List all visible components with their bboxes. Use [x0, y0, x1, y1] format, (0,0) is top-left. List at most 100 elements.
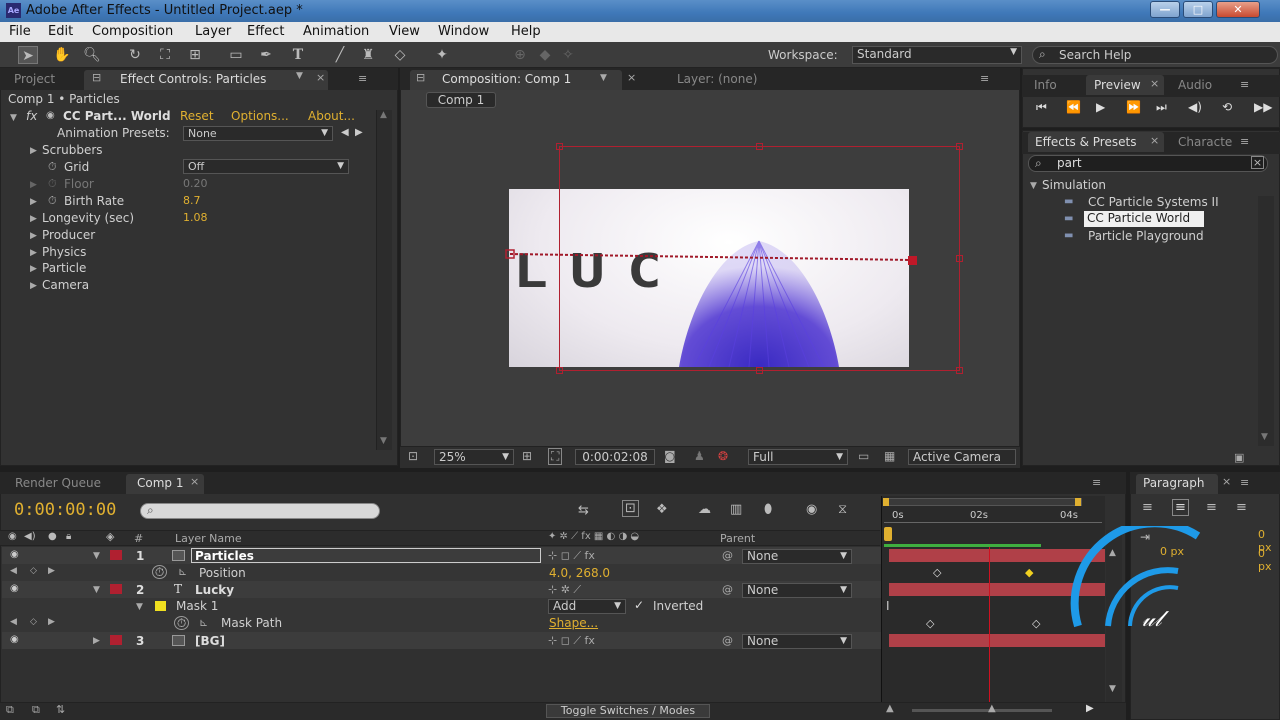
next-keyframe-icon[interactable]: ▶ [48, 617, 55, 627]
mask-visibility-icon[interactable]: ⛶ [548, 448, 563, 465]
menu-animation[interactable]: Animation [303, 24, 369, 39]
expand-arrow-icon[interactable]: ▶ [30, 180, 37, 190]
new-folder-icon[interactable]: ▣ [1234, 451, 1244, 464]
close-icon[interactable]: × [627, 71, 636, 84]
effect-item[interactable]: Particle Playground [1088, 229, 1204, 243]
tab-composition[interactable]: ⊟ Composition: Comp 1 ▼ [410, 70, 622, 90]
loop-icon[interactable]: ⟲ [1222, 100, 1232, 114]
label-color-swatch[interactable] [110, 550, 122, 560]
work-area-start-handle[interactable] [883, 498, 889, 506]
layer-switches-icons[interactable]: ⊹ ✲ ⟋ [548, 583, 581, 597]
layer-name-column-header[interactable]: Layer Name [175, 532, 242, 545]
transform-handle[interactable] [956, 255, 963, 262]
layer-name[interactable]: [BG] [195, 634, 225, 648]
pan-behind-tool-icon[interactable]: ⊞ [185, 46, 205, 64]
stopwatch-icon[interactable]: ⏱ [174, 616, 189, 630]
current-time-field[interactable]: 0:00:02:08 [575, 449, 655, 465]
add-keyframe-icon[interactable]: ◇ [30, 566, 37, 576]
expand-arrow-icon[interactable]: ▶ [30, 231, 37, 241]
axis-mode-3-icon[interactable]: ✧ [558, 46, 578, 64]
camera-view-dropdown[interactable]: Active Camera [908, 449, 1016, 465]
zoom-in-icon[interactable]: ▲ [988, 703, 996, 714]
menu-composition[interactable]: Composition [92, 24, 173, 39]
maximize-button[interactable]: □ [1183, 1, 1213, 18]
preset-next-icon[interactable]: ▶ [355, 127, 363, 138]
floor-value[interactable]: 0.20 [183, 177, 208, 190]
audio-icon[interactable]: ◀) [1188, 100, 1202, 114]
tab-comp1[interactable]: Comp 1 × [126, 474, 204, 494]
effects-scrollbar[interactable]: ▼ [1258, 196, 1274, 446]
mask-color-swatch[interactable] [155, 601, 166, 611]
expand-arrow-icon[interactable]: ▶ [30, 264, 37, 274]
menu-file[interactable]: File [9, 24, 31, 39]
tab-info[interactable]: Info [1034, 78, 1057, 92]
pickwhip-icon[interactable]: @ [722, 583, 733, 596]
layer-name[interactable]: Lucky [195, 583, 234, 597]
toggle-switches-modes-button[interactable]: Toggle Switches / Modes [546, 704, 710, 718]
transparency-grid-icon[interactable]: ▦ [884, 449, 895, 463]
keyframe-icon[interactable]: ◇ [933, 566, 941, 579]
pickwhip-icon[interactable]: @ [722, 549, 733, 562]
zoom-tool-icon[interactable]: 🔍︎ [82, 46, 102, 64]
mask-name[interactable]: Mask 1 [176, 599, 218, 613]
label-color-swatch[interactable] [110, 635, 122, 645]
parent-dropdown[interactable]: None ▼ [742, 634, 852, 649]
zoom-out-icon[interactable]: ▲ [886, 703, 894, 714]
panel-menu-icon[interactable]: ≡ [1092, 476, 1101, 489]
menu-help[interactable]: Help [511, 24, 541, 39]
transform-handle[interactable] [756, 143, 763, 150]
scroll-right-icon[interactable]: ▶ [1086, 703, 1094, 714]
comp-mini-flowchart-icon[interactable]: ⇆ [578, 503, 589, 518]
workspace-dropdown[interactable]: Standard ▼ [852, 46, 1022, 64]
next-keyframe-icon[interactable]: ▶ [48, 566, 55, 576]
tab-character[interactable]: Characte [1178, 135, 1232, 149]
transform-handle[interactable] [756, 367, 763, 374]
transform-handle[interactable] [556, 367, 563, 374]
property-row[interactable] [2, 615, 882, 632]
longevity-value[interactable]: 1.08 [183, 211, 208, 224]
brainstorm-icon[interactable]: ◉ [806, 502, 817, 517]
panel-menu-icon[interactable]: ≡ [1240, 78, 1249, 91]
search-help-field[interactable]: ⌕ Search Help [1032, 46, 1278, 64]
prev-frame-icon[interactable]: ⏪ [1066, 100, 1081, 114]
region-of-interest-icon[interactable]: ▭ [858, 449, 869, 463]
scroll-down-icon[interactable]: ▼ [1109, 684, 1116, 694]
pickwhip-icon[interactable]: @ [722, 634, 733, 647]
stopwatch-icon[interactable]: ⏱ [48, 160, 57, 174]
draft-3d-icon[interactable]: ❖ [656, 502, 668, 517]
brush-tool-icon[interactable]: ╱ [330, 46, 350, 64]
close-button[interactable]: ✕ [1216, 1, 1260, 18]
transform-handle[interactable] [556, 143, 563, 150]
options-link[interactable]: Options... [231, 109, 289, 123]
panel-menu-icon[interactable]: ≡ [358, 72, 367, 85]
eraser-tool-icon[interactable]: ◇ [390, 46, 410, 64]
eye-icon[interactable]: ◉ [10, 549, 19, 560]
reset-link[interactable]: Reset [180, 109, 214, 123]
close-icon[interactable]: × [1150, 134, 1159, 147]
close-icon[interactable]: × [316, 71, 325, 84]
effect-item-selected[interactable]: CC Particle World [1084, 211, 1204, 227]
label-color-swatch[interactable] [110, 584, 122, 594]
panel-menu-icon[interactable]: ≡ [980, 72, 989, 85]
keyframe-icon[interactable]: ◇ [926, 617, 934, 630]
channel-icon[interactable]: ❂ [718, 449, 728, 463]
modes-pane-icon[interactable]: ⧉ [32, 703, 40, 717]
layer-switches-icons[interactable]: ⊹ ◻ ⟋ fx [548, 634, 595, 648]
puppet-tool-icon[interactable]: ✦ [432, 46, 452, 64]
motion-path[interactable] [500, 248, 920, 268]
motion-blur-icon[interactable]: ⬮ [764, 502, 772, 517]
tab-project[interactable]: Project [14, 72, 55, 86]
space-after-value[interactable]: 0 px [1258, 547, 1280, 573]
mask-mode-dropdown[interactable]: Add ▼ [548, 599, 626, 614]
live-update-icon[interactable]: ⊡ [622, 500, 639, 517]
align-right-icon[interactable]: ≡ [1206, 500, 1217, 515]
first-frame-icon[interactable]: ⏮ [1036, 100, 1047, 115]
menu-layer[interactable]: Layer [195, 24, 231, 39]
resolution-dropdown[interactable]: Full ▼ [748, 449, 848, 465]
expand-arrow-icon[interactable]: ▶ [30, 146, 37, 156]
effect-item[interactable]: CC Particle Systems II [1088, 195, 1219, 209]
keyframe-selected-icon[interactable]: ◆ [1025, 566, 1033, 579]
expand-arrow-icon[interactable]: ▶ [30, 197, 37, 207]
panel-menu-icon[interactable]: ≡ [1240, 476, 1249, 489]
tab-effects-presets[interactable]: Effects & Presets × [1028, 132, 1164, 152]
